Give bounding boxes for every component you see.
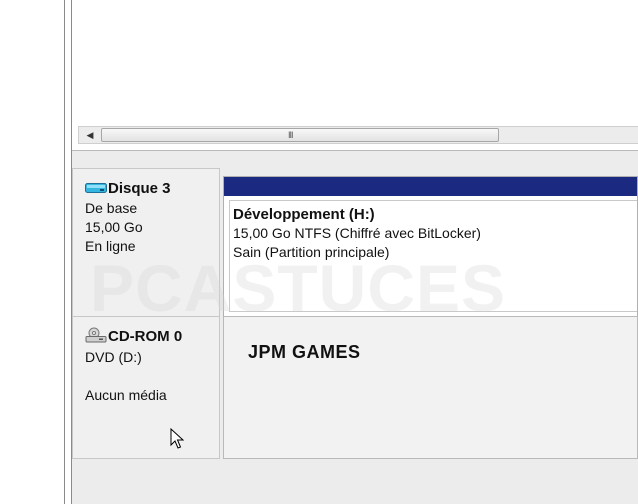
mouse-cursor-icon xyxy=(170,427,185,455)
cdrom0-name: CD-ROM 0 xyxy=(108,328,183,346)
disk3-size: 15,00 Go xyxy=(85,218,143,235)
disk3-type: De base xyxy=(85,199,138,216)
volume-health: Sain (Partition principale) xyxy=(233,244,390,260)
disk3-label[interactable]: Disque 3 De base 15,00 Go En ligne xyxy=(72,168,220,318)
volume-h-details: Développement (H:) 15,00 Go NTFS (Chiffr… xyxy=(229,200,637,312)
left-margin xyxy=(0,0,64,504)
cdrom-drive-icon xyxy=(85,327,107,348)
cdrom0-volume-area[interactable]: JPM GAMES xyxy=(223,316,638,459)
cdrom0-media-status: Aucun média xyxy=(85,387,167,403)
scroll-left-arrow-icon[interactable]: ◀ xyxy=(81,128,99,142)
disk3-name: Disque 3 xyxy=(108,180,171,197)
scroll-thumb[interactable]: III xyxy=(101,128,499,142)
volume-filesystem: 15,00 Go NTFS (Chiffré avec BitLocker) xyxy=(233,225,481,241)
disk-management-main: ◀ III Disque 3 De base 15,00 Go En ligne xyxy=(72,0,638,504)
volume-header-bar xyxy=(224,177,637,196)
cdrom0-spacer xyxy=(85,367,219,386)
disk3-status: En ligne xyxy=(85,237,136,254)
jpm-games-label: JPM GAMES xyxy=(248,342,361,362)
cdrom0-drive: DVD (D:) xyxy=(85,349,142,365)
cdrom0-label[interactable]: CD-ROM 0 DVD (D:) Aucun média xyxy=(72,316,220,459)
volume-list-pane: ◀ III xyxy=(72,0,638,151)
horizontal-scrollbar[interactable]: ◀ III xyxy=(78,126,638,144)
volume-name: Développement (H:) xyxy=(233,206,375,223)
frame-divider-left xyxy=(64,0,65,504)
disk-drive-icon xyxy=(85,180,107,199)
scroll-thumb-grip: III xyxy=(288,130,293,140)
graphical-disk-pane: Disque 3 De base 15,00 Go En ligne Dével… xyxy=(72,151,638,504)
volume-h-partition[interactable]: Développement (H:) 15,00 Go NTFS (Chiffr… xyxy=(223,176,638,319)
